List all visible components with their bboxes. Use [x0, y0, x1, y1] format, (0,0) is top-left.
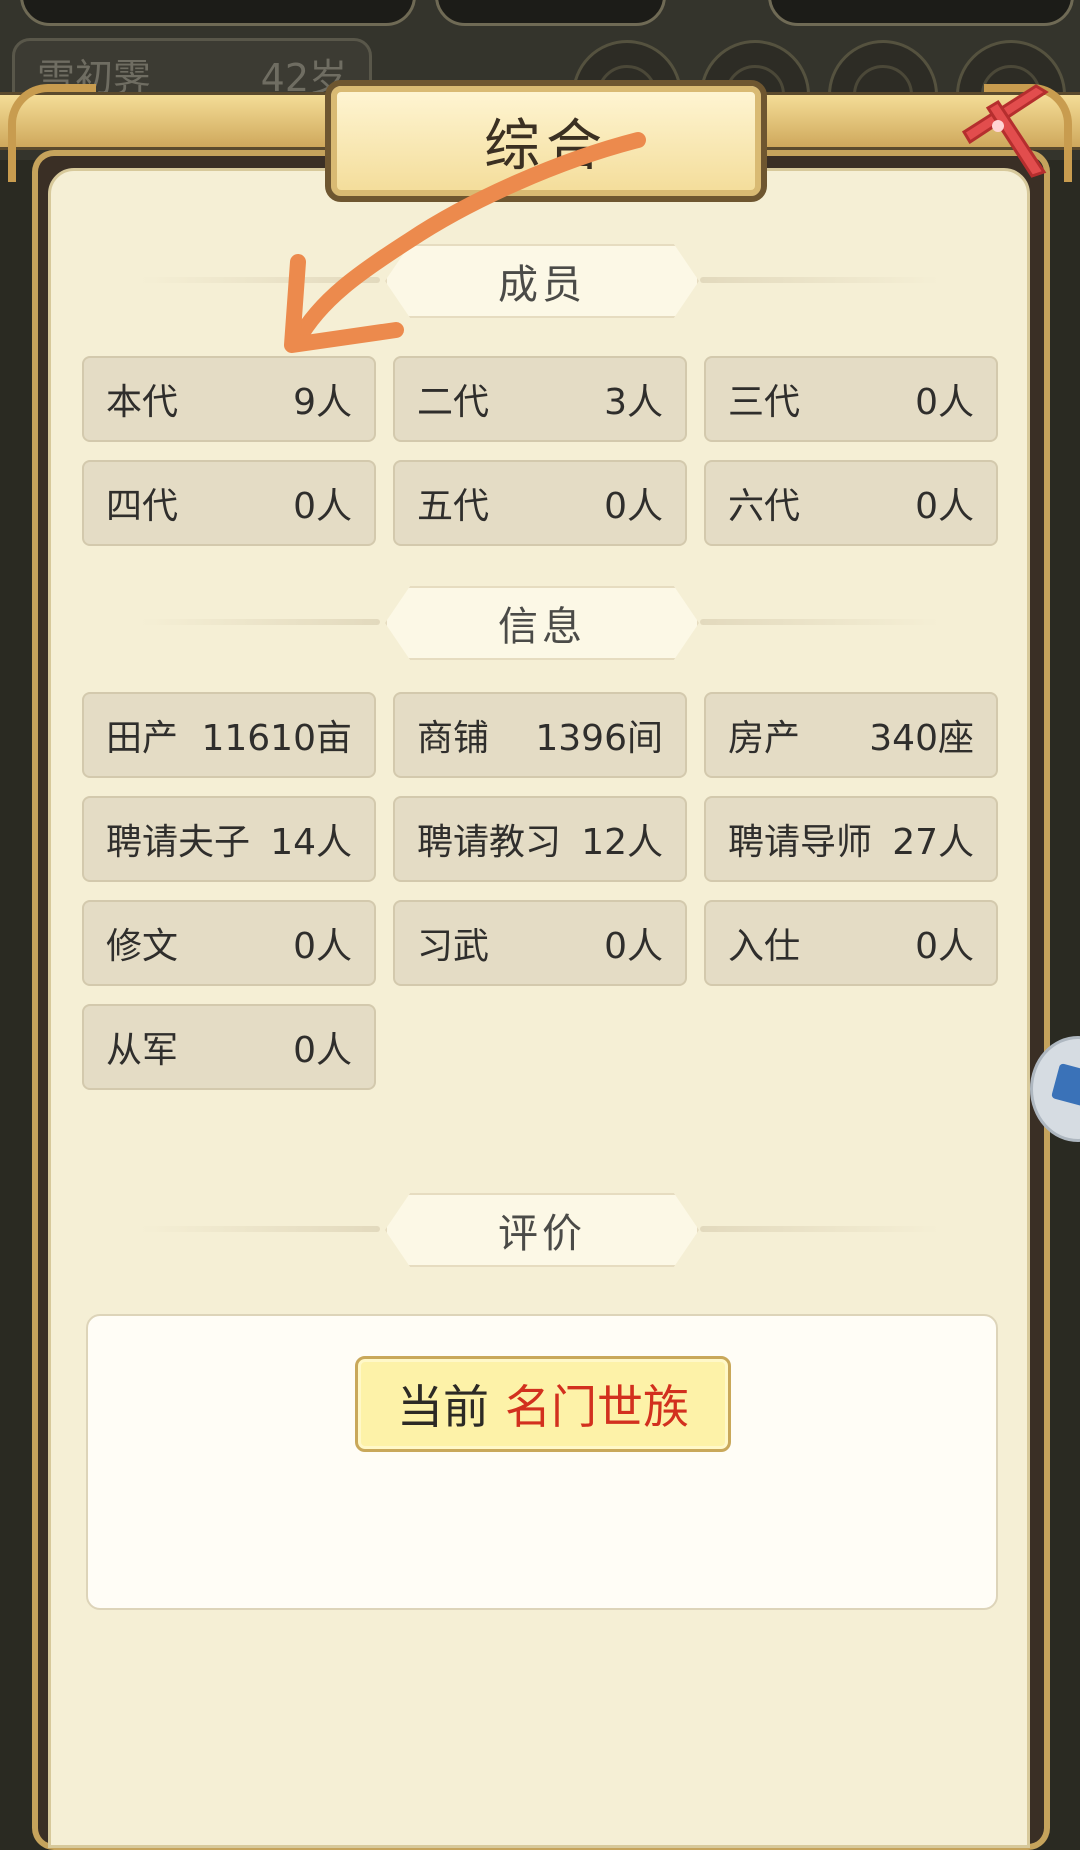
stat-label: 聘请导师	[728, 822, 873, 863]
stat-value: 0人	[293, 1030, 352, 1071]
stat-value: 0人	[293, 486, 352, 527]
info-stat-military: 从军 0人	[82, 1004, 376, 1090]
evaluation-rank-badge: 当前 名门世族	[355, 1356, 731, 1452]
close-x-icon[interactable]	[958, 82, 1058, 182]
dialog-title-plaque: 综合	[325, 80, 767, 202]
stat-value: 0人	[604, 486, 663, 527]
member-stat-gen1: 本代 9人	[82, 356, 376, 442]
stat-label: 聘请夫子	[106, 822, 251, 863]
background-resource-chip	[435, 0, 666, 26]
info-stat-fields: 田产 11610亩	[82, 692, 376, 778]
stat-value: 0人	[293, 926, 352, 967]
stat-label: 五代	[417, 486, 490, 527]
stat-label: 修文	[106, 926, 179, 967]
cube-icon	[1050, 1062, 1080, 1108]
info-stat-tutors: 聘请夫子 14人	[82, 796, 376, 882]
section-divider-left	[140, 619, 380, 625]
member-stat-gen5: 五代 0人	[393, 460, 687, 546]
section-divider-right	[700, 277, 940, 283]
info-stat-martial: 习武 0人	[393, 900, 687, 986]
section-title-evaluation: 评价	[385, 1193, 699, 1267]
member-stat-gen4: 四代 0人	[82, 460, 376, 546]
stat-label: 本代	[106, 382, 179, 423]
evaluation-prefix: 当前	[397, 1380, 489, 1434]
evaluation-rank: 名门世族	[505, 1380, 689, 1434]
stat-label: 四代	[106, 486, 179, 527]
stat-value: 11610亩	[201, 718, 352, 759]
member-stat-gen2: 二代 3人	[393, 356, 687, 442]
stat-value: 3人	[604, 382, 663, 423]
stat-label: 聘请教习	[417, 822, 562, 863]
section-header-members: 成员	[140, 244, 940, 318]
stat-value: 14人	[270, 822, 352, 863]
section-title-info: 信息	[385, 586, 699, 660]
stat-value: 340座	[869, 718, 974, 759]
section-header-evaluation: 评价	[140, 1193, 940, 1267]
member-stat-gen3: 三代 0人	[704, 356, 998, 442]
section-divider-right	[700, 1226, 940, 1232]
stat-label: 三代	[728, 382, 801, 423]
info-stat-houses: 房产 340座	[704, 692, 998, 778]
dialog-title: 综合	[484, 113, 608, 179]
section-title-members: 成员	[385, 244, 699, 318]
background-resource-chip	[20, 0, 416, 26]
background-resource-chip	[768, 0, 1074, 26]
stat-value: 9人	[293, 382, 352, 423]
stat-label: 二代	[417, 382, 490, 423]
stat-label: 从军	[106, 1030, 179, 1071]
stat-label: 六代	[728, 486, 801, 527]
info-stat-instructors: 聘请教习 12人	[393, 796, 687, 882]
stat-value: 0人	[915, 382, 974, 423]
stat-value: 27人	[892, 822, 974, 863]
stat-label: 商铺	[417, 718, 490, 759]
member-stat-gen6: 六代 0人	[704, 460, 998, 546]
stat-label: 田产	[106, 718, 179, 759]
section-divider-right	[700, 619, 940, 625]
stat-value: 0人	[604, 926, 663, 967]
stat-value: 0人	[915, 926, 974, 967]
stat-label: 习武	[417, 926, 490, 967]
info-stat-shops: 商铺 1396间	[393, 692, 687, 778]
stat-value: 0人	[915, 486, 974, 527]
section-divider-left	[140, 1226, 380, 1232]
stat-label: 房产	[728, 718, 801, 759]
stat-value: 1396间	[535, 718, 663, 759]
section-header-info: 信息	[140, 586, 940, 660]
stat-value: 12人	[581, 822, 663, 863]
info-stat-literary: 修文 0人	[82, 900, 376, 986]
info-stat-officials: 入仕 0人	[704, 900, 998, 986]
section-divider-left	[140, 277, 380, 283]
info-stat-mentors: 聘请导师 27人	[704, 796, 998, 882]
stat-label: 入仕	[728, 926, 801, 967]
